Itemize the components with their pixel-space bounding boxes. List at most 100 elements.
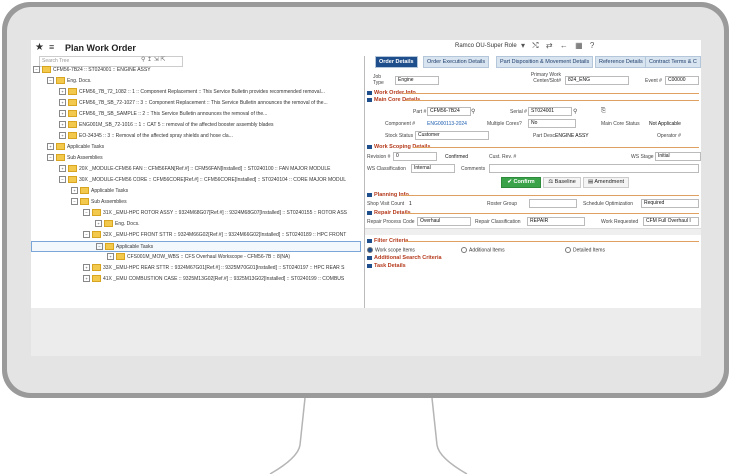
roster-group-label: Roster Group <box>487 201 518 207</box>
tab-order-details[interactable]: Order Details <box>375 56 418 68</box>
detailed-items-radio[interactable]: Detailed Items <box>565 247 605 253</box>
tab-contract-terms[interactable]: Contract Terms & C <box>645 56 701 68</box>
confirmed-status: Confirmed <box>445 154 469 160</box>
tree-item[interactable]: + Applicable Tasks <box>71 186 128 197</box>
multiple-cores-label: Multiple Cores? <box>487 121 522 127</box>
tree-item[interactable]: − CFM56-7B24 :: ST024001 :: ENGINE ASSY <box>33 65 151 76</box>
task-details-header[interactable]: Task Details <box>367 263 406 269</box>
shop-visit-value: 1 <box>409 201 412 207</box>
job-type-label: Job Type <box>373 74 384 86</box>
event-input[interactable]: C00000 <box>665 76 699 85</box>
grid-icon[interactable]: ▦ <box>575 41 583 50</box>
tree-search-tools-icon[interactable]: ⚲ ↥ ⇲ ⇱ <box>141 56 165 63</box>
tree-item[interactable]: +41X _EMU COMBUSTION CASE :: 9325M13G02[… <box>83 274 344 285</box>
repair-process-label: Repair Process Code <box>367 219 415 225</box>
filter-criteria-header[interactable]: Filter Criteria <box>367 238 408 244</box>
work-scope-items-radio[interactable]: Work scope Items <box>367 247 415 253</box>
page-title: Plan Work Order <box>65 43 136 53</box>
tab-reference-details[interactable]: Reference Details <box>595 56 647 68</box>
primary-work-center-label: Primary Work Center/Slot# <box>530 72 561 84</box>
component-label: Component # <box>385 121 416 127</box>
screen-bottom-area <box>31 308 701 356</box>
schedule-optimization-select[interactable]: Required <box>641 199 699 208</box>
confirm-button[interactable]: ✔ Confirm <box>501 177 541 188</box>
work-order-tree: Search Tree ⚲ ↥ ⇲ ⇱ − CFM56-7B24 :: ST024… <box>31 56 365 308</box>
additional-search-header[interactable]: Additional Search Criteria <box>367 255 442 261</box>
tree-item[interactable]: −32X _EMU-HPC FRONT STTR :: 9324M66G02[R… <box>83 230 346 241</box>
section-divider <box>405 241 699 242</box>
tree-item[interactable]: + EO-34345 :: 3 :: Removal of the affecte… <box>59 131 233 142</box>
title-bar: ★ ≡ Plan Work Order Ramco OU-Super Role … <box>31 40 701 56</box>
part-desc-value: ENGINE ASSY <box>555 133 589 139</box>
shop-visit-label: Shop Visit Count <box>367 201 405 207</box>
job-type-select[interactable]: Engine <box>395 76 439 85</box>
event-label: Event # <box>645 78 662 84</box>
section-divider <box>405 213 699 214</box>
stock-status-label: Stock Status <box>385 133 414 139</box>
section-divider <box>401 195 699 196</box>
component-link[interactable]: ENG000113-2024 <box>427 121 467 127</box>
repair-classification-select[interactable]: REPAIR <box>527 217 585 226</box>
help-icon[interactable]: ? <box>590 41 594 50</box>
serial-search-icon[interactable]: ⚲ <box>573 108 577 115</box>
details-panel: Order Details Order Execution Details Pa… <box>365 56 701 308</box>
tree-item[interactable]: + ENG001M_SB_72-1016 :: 1 :: CAT 5 :: rem… <box>59 120 274 131</box>
multiple-cores-select[interactable]: No <box>528 119 576 128</box>
schedule-optimization-label: Schedule Optimization <box>583 201 634 207</box>
repair-process-select[interactable]: Overhaul <box>417 217 471 226</box>
tree-item-selected[interactable]: − Applicable Tasks <box>31 241 361 252</box>
comments-input[interactable] <box>489 164 699 173</box>
shuffle-icon[interactable]: ⤭ <box>532 41 538 50</box>
baseline-button[interactable]: ⚖ Baseline <box>543 177 581 188</box>
operator-label: Operator # <box>657 133 681 139</box>
favorite-star-icon[interactable]: ★ <box>35 42 44 53</box>
section-divider <box>405 100 699 101</box>
toolbar-icons: ▾ ⤭ ⇄ ← ▦ ? <box>521 41 599 51</box>
tree-item[interactable]: −31X _EMU-HPC ROTOR ASSY :: 9324M68G07[R… <box>83 208 347 219</box>
part-search-icon[interactable]: ⚲ <box>471 108 475 115</box>
cust-rev-label: Cust. Rev. # <box>489 154 517 160</box>
tree-item[interactable]: −30X _MODULE-CFM56 CORE :: CFM56CORE[Ref… <box>59 175 346 186</box>
revision-select[interactable]: 0 <box>393 152 437 161</box>
work-requested-select[interactable]: CFM Full Overhaul I <box>643 217 699 226</box>
horizontal-scrollbar[interactable] <box>365 228 701 235</box>
tree-item[interactable]: +33X _EMU-HPC REAR STTR :: 9324M67G01[Re… <box>83 263 345 274</box>
part-input[interactable]: CFM56-7B24 <box>427 107 471 116</box>
back-icon[interactable]: ← <box>560 41 568 50</box>
role-label[interactable]: Ramco OU-Super Role <box>455 43 517 49</box>
tab-part-disposition[interactable]: Part Disposition & Movement Details <box>496 56 594 68</box>
primary-work-center-select[interactable]: 824_ENG <box>565 76 629 85</box>
ws-classification-select[interactable]: Internal <box>411 164 455 173</box>
tree-item[interactable]: + CFM56_7B_SB_72-1027 :: 3 :: Component R… <box>59 98 328 109</box>
tree-item[interactable]: + Eng. Docs. <box>95 219 139 230</box>
tree-item[interactable]: +20X _MODULE-CFM56 FAN :: CFM56FAN[Ref.#… <box>59 164 330 175</box>
roster-group-select[interactable] <box>529 199 577 208</box>
revision-label: Revision # <box>367 154 391 160</box>
comments-label: Comments <box>461 166 486 172</box>
ws-classification-label: WS Classification <box>367 166 406 172</box>
dropdown-icon[interactable]: ▾ <box>521 41 525 50</box>
serial-input[interactable]: ST024001 <box>528 107 572 116</box>
section-divider <box>403 93 699 94</box>
serial-label: Serial # <box>510 109 527 115</box>
tree-item[interactable]: + Applicable Tasks <box>47 142 104 153</box>
main-core-status-label: Main Core Status <box>601 121 640 127</box>
ws-stage-select[interactable]: Initial <box>655 152 701 161</box>
stock-status-select[interactable]: Customer <box>415 131 489 140</box>
menu-icon[interactable]: ≡ <box>49 42 54 52</box>
tree-item[interactable]: + CFS001M_MOW_WBS :: CFS Overhaul Worksco… <box>107 252 290 263</box>
tree-item[interactable]: − Eng. Docs. <box>47 76 91 87</box>
tree-item[interactable]: + CFM56_7B_72_1082 :: 1 :: Component Repl… <box>59 87 325 98</box>
work-requested-label: Work Requested <box>601 219 639 225</box>
tree-item[interactable]: − Sub Assemblies <box>47 153 103 164</box>
part-label: Part # <box>413 109 427 115</box>
refresh-icon[interactable]: ⇄ <box>546 41 553 50</box>
repair-classification-label: Repair Classification <box>475 219 521 225</box>
amendment-button[interactable]: ▤ Amendment <box>583 177 629 188</box>
additional-items-radio[interactable]: Additional Items <box>461 247 505 253</box>
tree-item[interactable]: − Sub Assemblies <box>71 197 127 208</box>
tree-item[interactable]: + CFM56_7B_SB_SAMPLE :: 2 :: This Service… <box>59 109 267 120</box>
app-screen: ★ ≡ Plan Work Order Ramco OU-Super Role … <box>31 40 701 356</box>
copy-icon[interactable]: ⎘ <box>601 108 606 115</box>
tab-order-execution[interactable]: Order Execution Details <box>423 56 490 68</box>
